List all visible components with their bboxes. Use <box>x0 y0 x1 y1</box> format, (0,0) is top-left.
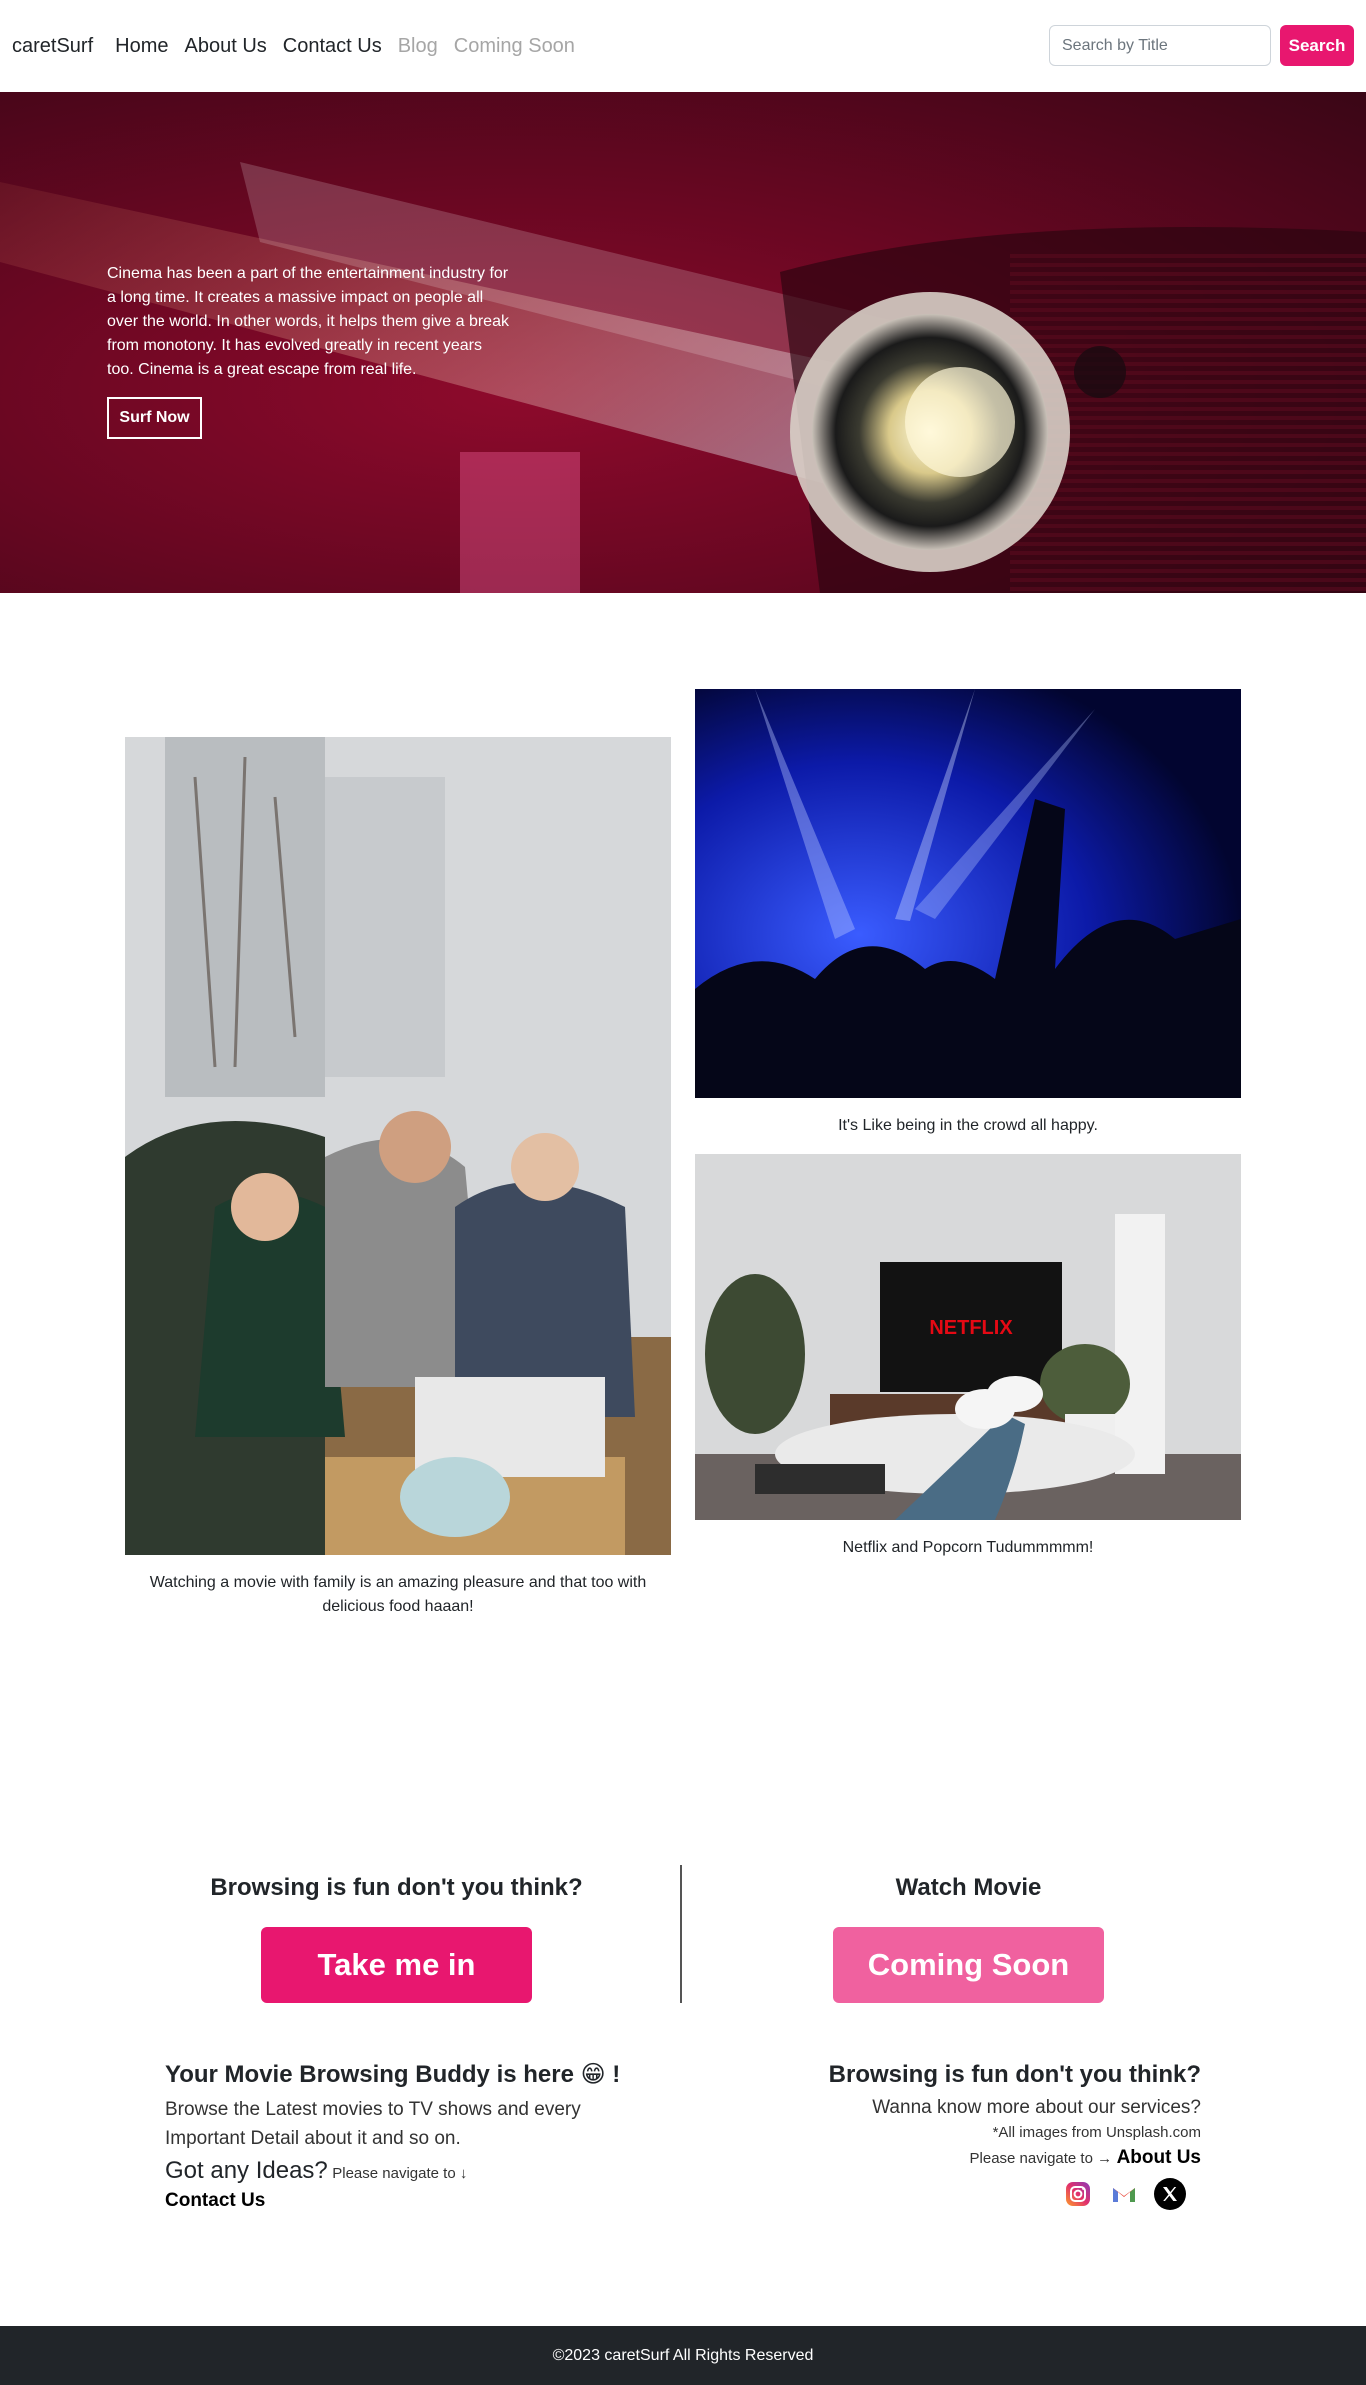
info-left-column: Your Movie Browsing Buddy is here 😁 ! Br… <box>165 2059 645 2215</box>
x-icon[interactable] <box>1154 2178 1186 2210</box>
netflix-caption: Netflix and Popcorn Tudummmmm! <box>842 1539 1094 1556</box>
concert-crowd-photo <box>695 689 1241 1098</box>
nav-link-contact-us[interactable]: Contact Us <box>283 35 382 58</box>
brand-logo[interactable]: caretSurf <box>12 35 93 58</box>
hero-banner: Cinema has been a part of the entertainm… <box>0 92 1366 593</box>
cta-section: Browsing is fun don't you think? Take me… <box>0 1677 1366 2037</box>
coming-soon-button[interactable]: Coming Soon <box>833 1927 1104 2003</box>
services-question: Wanna know more about our services? <box>872 2097 1201 2118</box>
nav-link-about-us[interactable]: About Us <box>185 35 267 58</box>
cta-left-heading: Browsing is fun don't you think? <box>210 1874 583 1901</box>
info-right-column: Browsing is fun don't you think? Wanna k… <box>721 2059 1201 2210</box>
social-links <box>721 2178 1201 2210</box>
ideas-note: Please navigate to ↓ <box>332 2165 468 2182</box>
image-gallery: Watching a movie with family is an amazi… <box>0 593 1366 1677</box>
info-section: Your Movie Browsing Buddy is here 😁 ! Br… <box>0 2037 1366 2326</box>
netflix-tv-photo: NETFLIX <box>695 1154 1241 1520</box>
instagram-icon[interactable] <box>1062 2178 1094 2210</box>
cta-right-heading: Watch Movie <box>895 1874 1042 1901</box>
ideas-title: Got any Ideas? <box>165 2157 328 2184</box>
ideas-row: Got any Ideas? Please navigate to ↓ <box>165 2155 645 2187</box>
search-button[interactable]: Search <box>1280 25 1354 66</box>
nav-link-coming-soon: Coming Soon <box>453 34 575 57</box>
gmail-icon[interactable] <box>1108 2178 1140 2210</box>
about-row: Please navigate to → About Us <box>721 2144 1201 2172</box>
navigate-note: Please navigate to → <box>969 2150 1113 2167</box>
nav-link-home[interactable]: Home <box>115 35 168 58</box>
navbar: caretSurf Home About Us Contact Us Blog … <box>0 0 1366 92</box>
buddy-title: Your Movie Browsing Buddy is here 😁 ! <box>165 2061 621 2088</box>
cta-divider <box>680 1865 682 2003</box>
surf-now-button[interactable]: Surf Now <box>107 397 202 439</box>
copyright-text: ©2023 caretSurf All Rights Reserved <box>552 2347 814 2364</box>
family-movie-photo <box>125 737 671 1555</box>
site-footer: ©2023 caretSurf All Rights Reserved <box>0 2326 1366 2385</box>
crowd-caption: It's Like being in the crowd all happy. <box>838 1117 1098 1134</box>
nav-links: Home About Us Contact Us Blog Coming Soo… <box>115 35 575 58</box>
contact-us-link[interactable]: Contact Us <box>165 2187 645 2215</box>
hero-description: Cinema has been a part of the entertainm… <box>107 265 509 378</box>
search-input[interactable] <box>1049 25 1271 66</box>
buddy-description: Browse the Latest movies to TV shows and… <box>165 2099 581 2149</box>
image-credit: *All images from Unsplash.com <box>992 2124 1201 2141</box>
about-us-link[interactable]: About Us <box>1117 2147 1201 2168</box>
nav-link-blog: Blog <box>397 34 438 57</box>
take-me-in-button[interactable]: Take me in <box>261 1927 532 2003</box>
tv-netflix-logo: NETFLIX <box>929 1317 1013 1339</box>
search-form: Search <box>1049 25 1354 66</box>
browsing-title: Browsing is fun don't you think? <box>828 2061 1201 2088</box>
family-caption: Watching a movie with family is an amazi… <box>149 1574 647 1615</box>
